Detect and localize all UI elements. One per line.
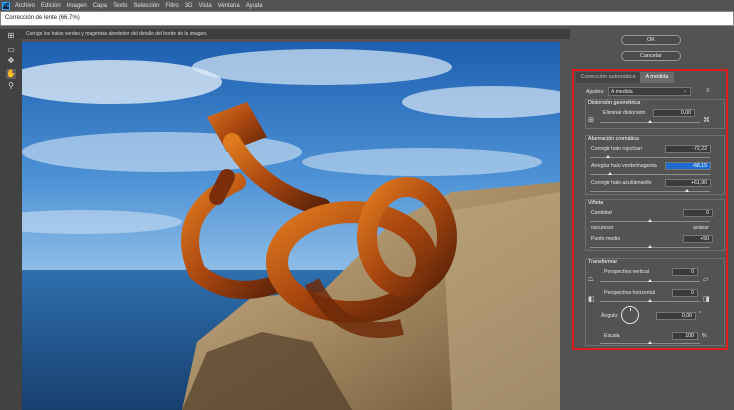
ok-button[interactable]: OK [621, 35, 681, 45]
blue-yellow-label: Corregir halo azul/amarillo [591, 180, 652, 186]
pincushion-icon: ⊞ [588, 117, 594, 124]
geometric-distortion-title: Distorsión geométrica [588, 100, 641, 106]
angle-dial[interactable] [621, 306, 639, 324]
dialog-title: Corrección de lente (66,7%) [5, 15, 80, 21]
remove-distortion-label: Eliminar distorsión [603, 110, 646, 116]
transform-title: Transformar [588, 259, 618, 265]
vertical-perspective-right-icon: ⏥ [703, 276, 709, 283]
menu-edicion[interactable]: Edición [41, 3, 61, 9]
angle-dial-indicator [630, 308, 631, 311]
vignette-title: Viñeta [588, 200, 604, 206]
menu-vista[interactable]: Vista [198, 3, 211, 9]
menu-3d[interactable]: 3D [185, 3, 193, 9]
menu-ayuda[interactable]: Ayuda [246, 3, 263, 9]
menu-seleccion[interactable]: Selección [133, 3, 159, 9]
menu-filtro[interactable]: Filtro [165, 3, 178, 9]
tab-custom[interactable]: A medida [640, 72, 674, 83]
cancel-button[interactable]: Cancelar [621, 51, 681, 61]
tool-panel: ⊞ ▭ ✥ ✋ ⚲ [0, 31, 22, 410]
remove-distortion-value[interactable]: 0,00 [653, 109, 695, 117]
photo-sculpture [22, 42, 560, 410]
hint-text: Corrige los halos verdes y magentas alre… [26, 31, 208, 37]
settings-label: Ajustes: [586, 89, 605, 95]
scale-value[interactable]: 100 [672, 332, 698, 340]
green-magenta-label: Arreglar halo verde/magenta [591, 163, 657, 169]
photoshop-logo-icon: Ps [2, 1, 10, 10]
menu-imagen[interactable]: Imagen [67, 3, 87, 9]
horizontal-perspective-value[interactable]: 0 [672, 289, 698, 297]
green-magenta-knob[interactable] [608, 172, 612, 175]
horizontal-perspective-label: Perspectiva horizontal [604, 290, 656, 296]
scale-unit: % [702, 333, 707, 339]
scale-knob[interactable] [648, 341, 652, 344]
dialog-title-bar: Corrección de lente (66,7%) [0, 11, 734, 26]
straighten-tool-icon[interactable]: ▭ [6, 45, 16, 55]
red-cyan-value[interactable]: -72,22 [665, 145, 711, 153]
blue-yellow-knob[interactable] [685, 189, 689, 192]
menu-archivo[interactable]: Archivo [15, 3, 35, 9]
midpoint-knob[interactable] [648, 245, 652, 248]
scale-label: Escala [604, 333, 620, 339]
midpoint-label: Punto medio [591, 236, 621, 242]
lighten-label: aclarar [693, 225, 709, 231]
move-grid-tool-icon[interactable]: ✥ [6, 56, 16, 66]
remove-distortion-tool-icon[interactable]: ⊞ [6, 31, 16, 41]
chevron-down-icon: ⌄ [683, 88, 688, 94]
angle-label: Ángulo: [601, 313, 619, 319]
menu-texto[interactable]: Texto [113, 3, 127, 9]
vertical-perspective-left-icon: ⏢ [588, 276, 594, 283]
blue-yellow-value[interactable]: +61,90 [665, 179, 711, 187]
red-cyan-knob[interactable] [606, 155, 610, 158]
midpoint-value[interactable]: +50 [683, 235, 713, 243]
vertical-perspective-label: Perspectiva vertical [604, 269, 649, 275]
tab-auto-correction[interactable]: Corrección automática [576, 72, 640, 83]
remove-distortion-knob[interactable] [648, 120, 652, 123]
menu-ventana[interactable]: Ventana [218, 3, 240, 9]
horizontal-perspective-right-icon: ◨ [703, 296, 710, 303]
image-preview[interactable] [22, 42, 560, 410]
chromatic-aberration-title: Aberración cromática [588, 136, 639, 142]
zoom-tool-icon[interactable]: ⚲ [6, 81, 16, 91]
vertical-perspective-knob[interactable] [648, 279, 652, 282]
vignette-amount-value[interactable]: 0 [683, 209, 713, 217]
menu-bar: Ps Archivo Edición Imagen Capa Texto Sel… [0, 0, 734, 11]
vignette-amount-knob[interactable] [648, 219, 652, 222]
barrel-icon: ⌘ [703, 117, 710, 124]
angle-unit: ° [699, 311, 702, 317]
darken-label: oscurecer [591, 225, 614, 231]
vignette-amount-label: Cantidad [591, 210, 612, 216]
vertical-perspective-value[interactable]: 0 [672, 268, 698, 276]
green-magenta-value[interactable]: -68,15 [665, 162, 711, 170]
settings-menu-icon[interactable]: ≡ [706, 87, 710, 95]
hint-bar: Corrige los halos verdes y magentas alre… [0, 29, 570, 39]
settings-dropdown-value: A medida [611, 89, 633, 95]
blue-yellow-slider[interactable] [590, 191, 710, 192]
red-cyan-label: Corregir halo rojo/cian [591, 146, 643, 152]
angle-value[interactable]: 0,00 [656, 312, 696, 320]
horizontal-perspective-knob[interactable] [648, 299, 652, 302]
hand-tool-icon[interactable]: ✋ [6, 69, 16, 79]
settings-dropdown[interactable]: A medida ⌄ [608, 87, 691, 96]
horizontal-perspective-left-icon: ◧ [588, 296, 595, 303]
menu-capa[interactable]: Capa [93, 3, 107, 9]
